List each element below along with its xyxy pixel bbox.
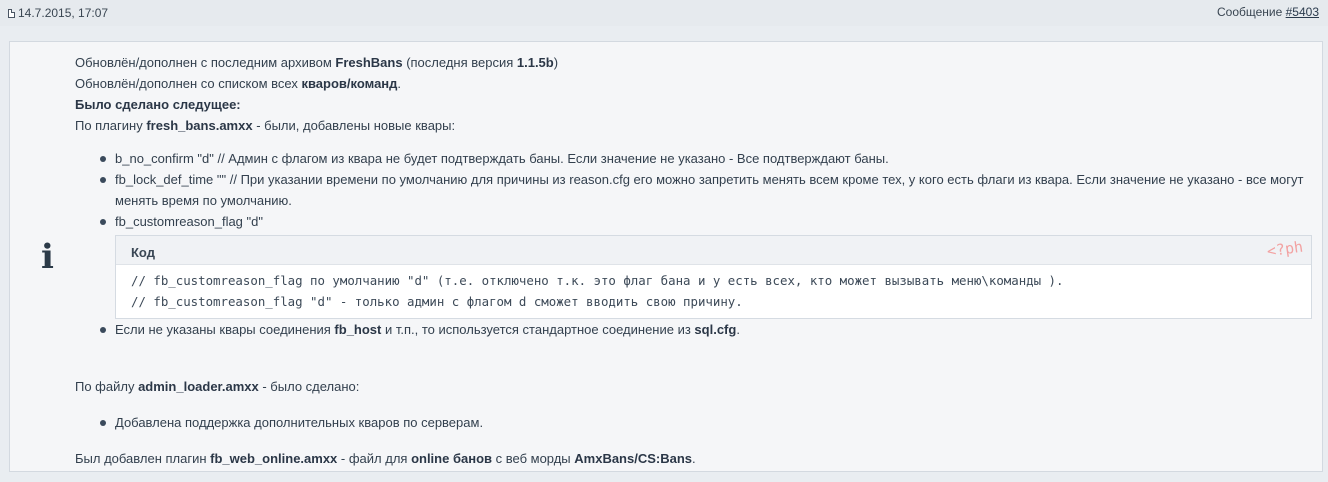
cvar-list: b_no_confirm "d" // Админ с флагом из кв… xyxy=(75,148,1315,340)
line-5: По файлу admin_loader.amxx - было сделан… xyxy=(75,379,360,394)
list-item: fb_customreason_flag "d" Код <?ph // fb_… xyxy=(100,211,1315,319)
post-body: i Обновлён/дополнен с последним архивом … xyxy=(9,41,1323,472)
code-content[interactable]: // fb_customreason_flag по умолчанию "d"… xyxy=(116,265,1311,318)
post-content: Обновлён/дополнен с последним архивом Fr… xyxy=(75,52,1315,469)
line-2: Обновлён/дополнен со списком всех кваров… xyxy=(75,76,402,91)
list-item: Если не указаны квары соединения fb_host… xyxy=(100,319,1315,340)
post-header: 14.7.2015, 17:07 Сообщение #5403 xyxy=(0,0,1328,26)
list-item: b_no_confirm "d" // Админ с флагом из кв… xyxy=(100,148,1315,169)
code-line: // fb_customreason_flag "d" - только адм… xyxy=(131,294,743,309)
line-1: Обновлён/дополнен с последним архивом Fr… xyxy=(75,55,559,70)
code-line: // fb_customreason_flag по умолчанию "d"… xyxy=(131,273,1064,288)
message-label: Сообщение xyxy=(1216,5,1286,19)
message-number: Сообщение #5403 xyxy=(1217,5,1319,19)
line-3: Было сделано следущее: xyxy=(75,97,241,112)
list-item: fb_lock_def_time "" // При указании врем… xyxy=(100,169,1315,211)
loader-list: Добавлена поддержка дополнительных кваро… xyxy=(75,412,1315,433)
code-block: Код <?ph // fb_customreason_flag по умол… xyxy=(115,235,1312,319)
code-language-badge: <?ph xyxy=(1265,237,1305,261)
info-icon: i xyxy=(41,237,54,277)
list-item: Добавлена поддержка дополнительных кваро… xyxy=(100,412,1315,433)
line-4: По плагину fresh_bans.amxx - были, добав… xyxy=(75,118,456,133)
code-label: Код xyxy=(131,245,155,260)
post-date: 14.7.2015, 17:07 xyxy=(8,6,108,20)
code-header: Код <?ph xyxy=(116,236,1311,265)
message-permalink[interactable]: #5403 xyxy=(1286,5,1319,19)
line-6: Был добавлен плагин fb_web_online.amxx -… xyxy=(75,451,696,466)
post-date-text: 14.7.2015, 17:07 xyxy=(18,6,109,20)
document-icon xyxy=(8,8,15,18)
